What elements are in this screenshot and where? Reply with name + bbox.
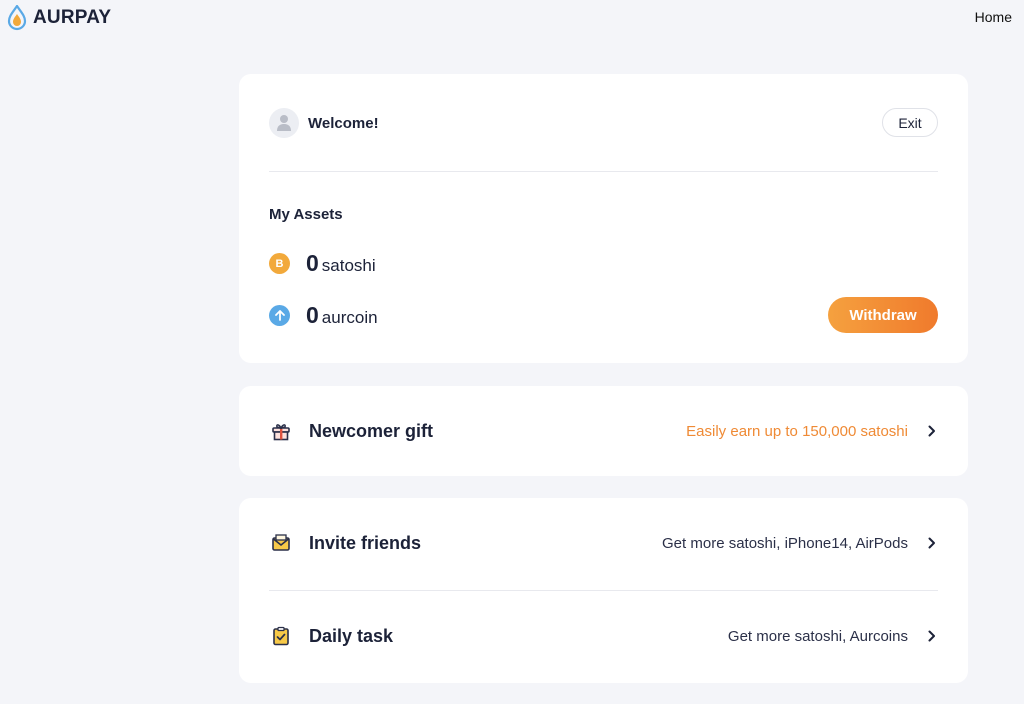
aurcoin-amount: 0 — [306, 302, 319, 328]
newcomer-gift-title: Newcomer gift — [309, 420, 434, 441]
newcomer-gift-row[interactable]: Newcomer gift Easily earn up to 150,000 … — [269, 416, 938, 446]
asset-aurcoin-row: 0 aurcoin — [269, 302, 378, 329]
page: AURPAY Home Welcome! Exit My Assets B 0 … — [0, 0, 1024, 704]
my-assets-title: My Assets — [269, 206, 343, 223]
aurcoin-icon — [269, 305, 290, 326]
daily-task-title: Daily task — [309, 625, 394, 646]
tasks-card: Invite friends Get more satoshi, iPhone1… — [239, 498, 968, 683]
droplet-logo-icon — [7, 5, 27, 31]
satoshi-unit: satoshi — [321, 256, 376, 275]
user-icon — [277, 115, 291, 131]
asset-satoshi-row: B 0 satoshi — [269, 250, 376, 277]
newcomer-gift-card: Newcomer gift Easily earn up to 150,000 … — [239, 386, 968, 476]
invite-friends-title: Invite friends — [309, 532, 422, 553]
satoshi-amount: 0 — [306, 250, 319, 276]
newcomer-gift-desc: Easily earn up to 150,000 satoshi — [686, 422, 908, 440]
brand-name: AURPAY — [33, 7, 112, 28]
invite-friends-row[interactable]: Invite friends Get more satoshi, iPhone1… — [269, 528, 938, 558]
gift-icon — [269, 419, 293, 443]
divider — [269, 590, 938, 591]
assets-card: Welcome! Exit My Assets B 0 satoshi 0 au… — [239, 74, 968, 363]
aurcoin-unit: aurcoin — [321, 308, 378, 327]
asset-aurcoin-value: 0 aurcoin — [306, 302, 378, 329]
invite-friends-desc: Get more satoshi, iPhone14, AirPods — [662, 534, 908, 552]
divider — [269, 171, 938, 172]
chevron-right-icon — [926, 536, 938, 550]
envelope-icon — [269, 531, 293, 555]
chevron-right-icon — [926, 424, 938, 438]
asset-satoshi-value: 0 satoshi — [306, 250, 376, 277]
chevron-right-icon — [926, 629, 938, 643]
exit-button[interactable]: Exit — [882, 108, 938, 137]
daily-task-desc: Get more satoshi, Aurcoins — [727, 627, 908, 645]
nav-home-link[interactable]: Home — [975, 9, 1012, 25]
bitcoin-icon: B — [269, 253, 290, 274]
clipboard-icon — [269, 624, 293, 648]
welcome-row: Welcome! — [269, 108, 379, 138]
withdraw-button[interactable]: Withdraw — [828, 297, 938, 333]
welcome-text: Welcome! — [308, 114, 379, 132]
avatar — [269, 108, 299, 138]
aurpay-logo[interactable]: AURPAY — [6, 4, 111, 32]
daily-task-row[interactable]: Daily task Get more satoshi, Aurcoins — [269, 621, 938, 651]
